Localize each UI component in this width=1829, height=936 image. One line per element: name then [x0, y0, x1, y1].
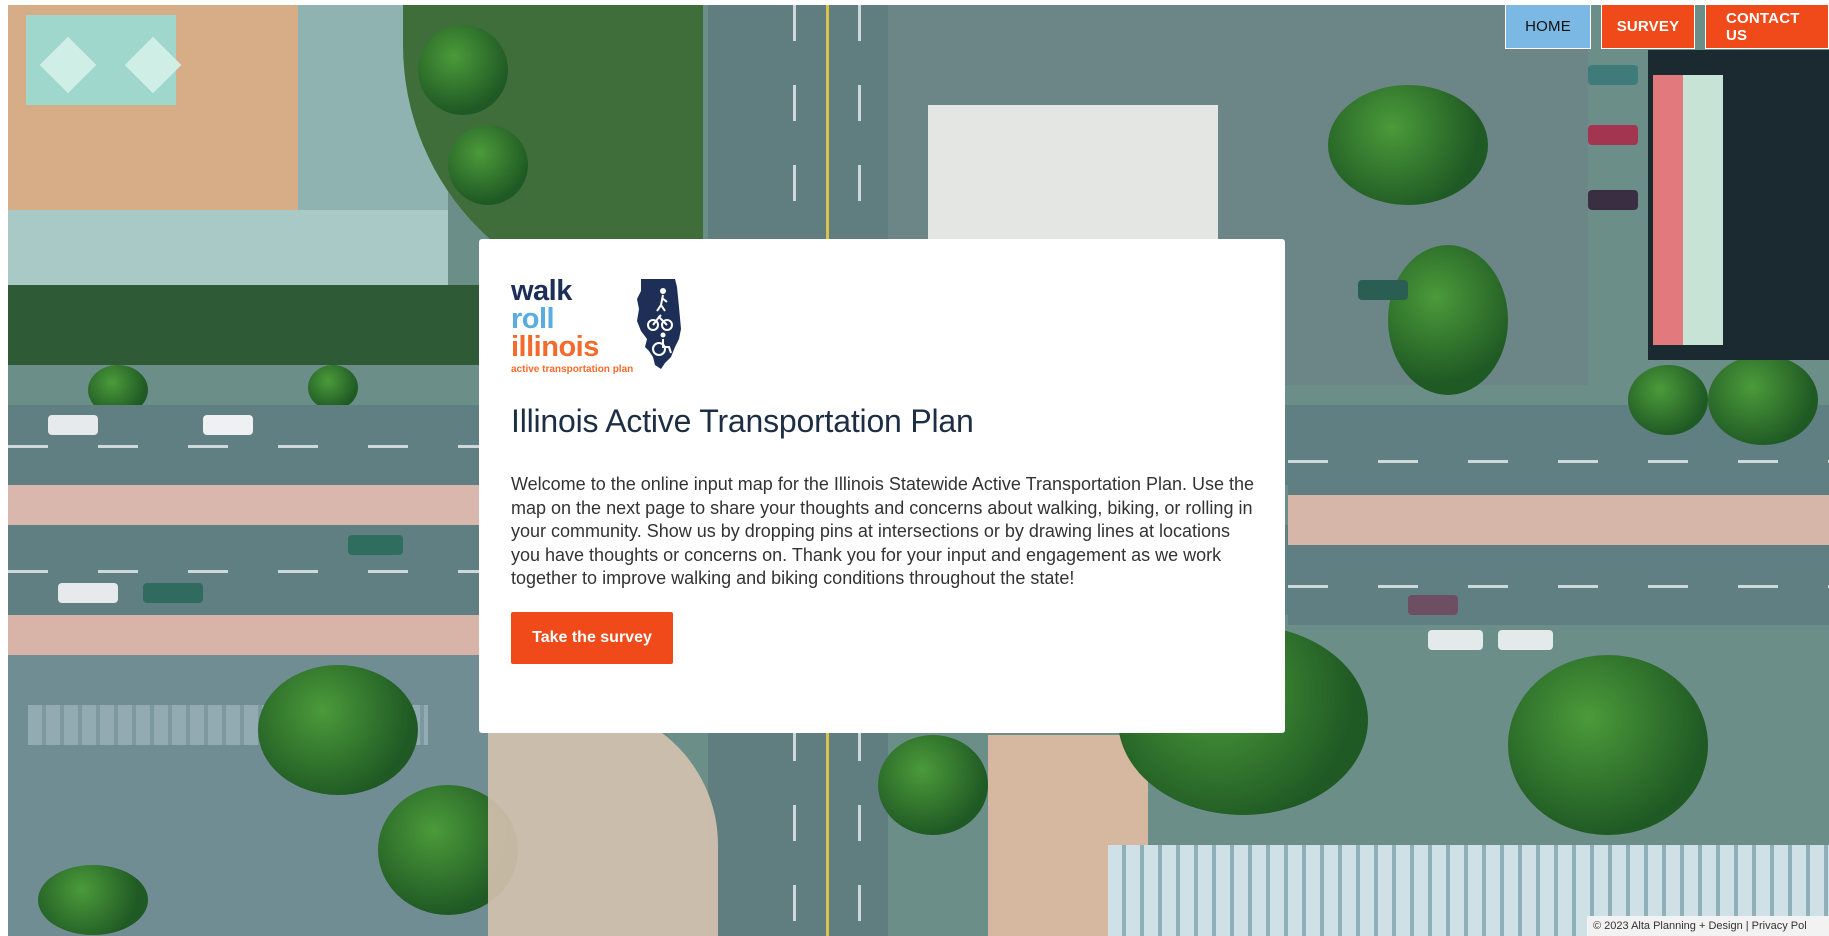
logo-word-roll: roll	[511, 303, 555, 335]
nav-home-button[interactable]: HOME	[1505, 5, 1591, 49]
footer-credit: © 2023 Alta Planning + Design | Privacy …	[1587, 916, 1829, 936]
logo-word-walk: walk	[511, 275, 572, 307]
page-title: Illinois Active Transportation Plan	[511, 403, 974, 439]
walk-roll-illinois-logo: walk roll illinois active transportation…	[511, 277, 682, 389]
nav-contact-button[interactable]: CONTACT US	[1705, 5, 1829, 49]
logo-word-illinois: illinois	[511, 331, 599, 363]
logo-wordmark: walk roll illinois active transportation…	[511, 277, 633, 376]
page-viewport: HOME SURVEY CONTACT US walk roll illinoi…	[8, 5, 1829, 936]
intro-card: walk roll illinois active transportation…	[479, 239, 1285, 733]
illinois-state-icon	[635, 277, 685, 376]
logo-tagline: active transportation plan	[511, 364, 634, 375]
intro-paragraph: Welcome to the online input map for the …	[511, 474, 1255, 588]
top-nav: HOME SURVEY CONTACT US	[1505, 5, 1829, 49]
footer-privacy-link[interactable]: Privacy Pol	[1752, 920, 1807, 932]
footer-copyright[interactable]: © 2023 Alta Planning + Design	[1593, 920, 1743, 932]
take-survey-button[interactable]: Take the survey	[511, 611, 673, 664]
nav-survey-button[interactable]: SURVEY	[1601, 5, 1695, 49]
footer-separator: |	[1745, 920, 1749, 932]
